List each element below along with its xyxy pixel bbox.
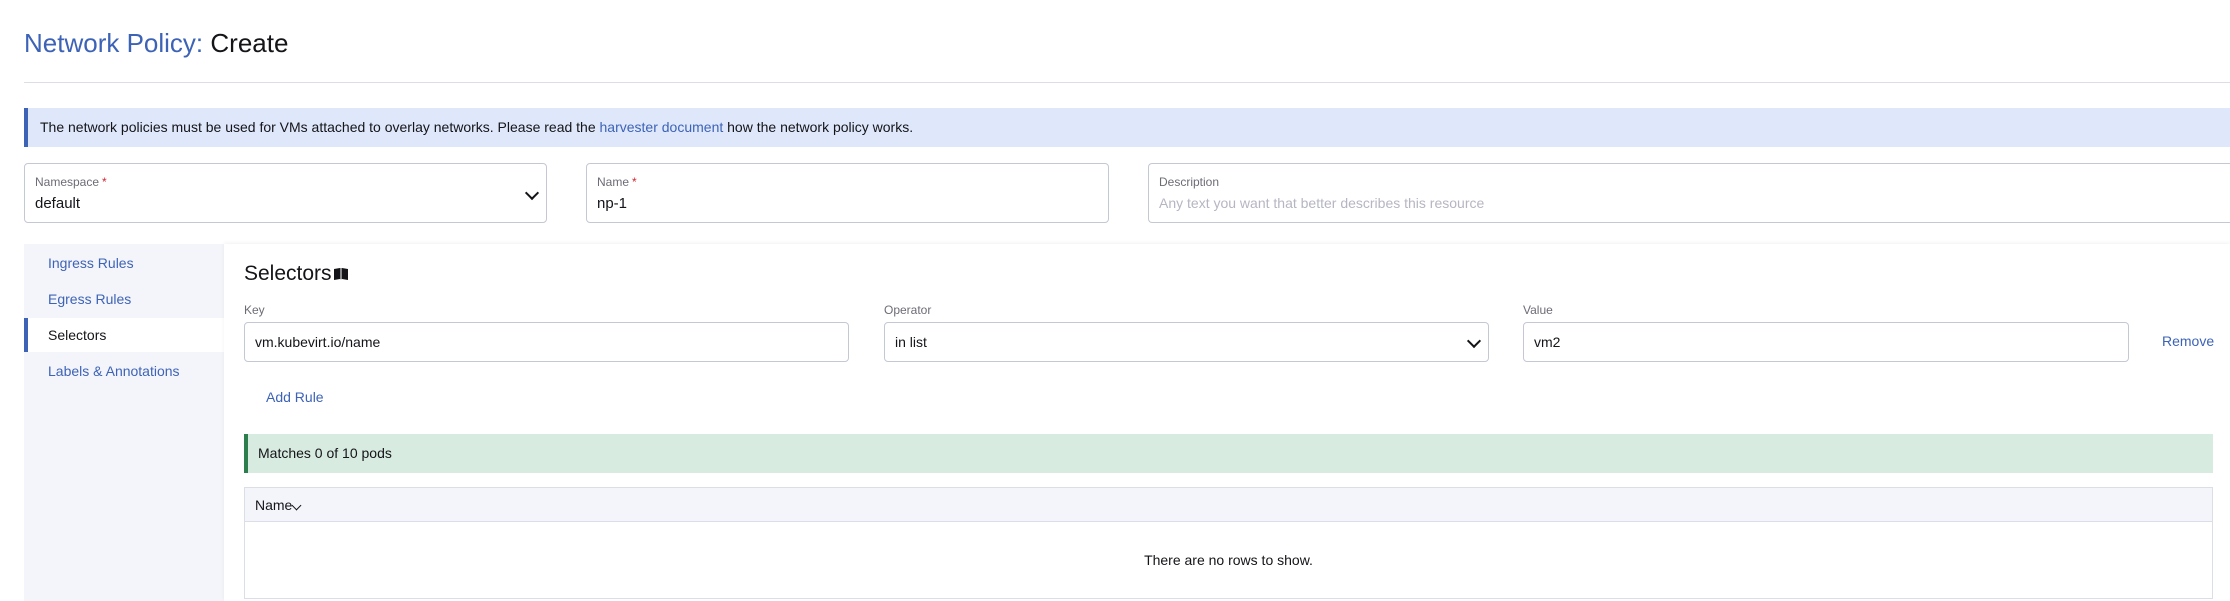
info-banner: The network policies must be used for VM… xyxy=(24,108,2230,147)
match-banner: Matches 0 of 10 pods xyxy=(244,434,2213,473)
name-label: Name * xyxy=(597,175,637,189)
breadcrumb-network-policy[interactable]: Network Policy: xyxy=(24,28,203,58)
table-header: Name xyxy=(245,488,2212,522)
add-rule-button[interactable]: Add Rule xyxy=(266,389,324,405)
page-title: Network Policy: Create xyxy=(24,28,288,59)
divider xyxy=(24,82,2230,83)
chevron-down-icon xyxy=(1466,333,1482,349)
sidebar-item-ingress-rules[interactable]: Ingress Rules xyxy=(24,246,224,280)
value-input[interactable]: vm2 xyxy=(1523,322,2129,362)
key-input[interactable]: vm.kubevirt.io/name xyxy=(244,322,849,362)
description-field[interactable]: Description Any text you want that bette… xyxy=(1148,163,2230,223)
matched-pods-table: Name There are no rows to show. xyxy=(244,487,2213,599)
operator-label: Operator xyxy=(884,303,932,317)
banner-text-before: The network policies must be used for VM… xyxy=(40,119,600,135)
operator-value: in list xyxy=(895,334,927,350)
banner-text-after: how the network policy works. xyxy=(723,119,914,135)
namespace-label: Namespace * xyxy=(35,175,107,189)
column-header-name[interactable]: Name xyxy=(255,497,292,513)
selectors-title: Selectors xyxy=(244,262,332,285)
key-label: Key xyxy=(244,303,265,317)
name-field[interactable]: Name * np-1 xyxy=(586,163,1109,223)
sort-icon[interactable] xyxy=(291,500,302,511)
remove-rule-button[interactable]: Remove xyxy=(2162,333,2214,349)
book-icon[interactable] xyxy=(334,268,348,281)
operator-select[interactable]: in list xyxy=(884,322,1489,362)
harvester-document-link[interactable]: harvester document xyxy=(600,119,724,135)
sidebar-item-egress-rules[interactable]: Egress Rules xyxy=(24,282,224,316)
namespace-value: default xyxy=(35,195,81,212)
description-label: Description xyxy=(1159,175,1220,189)
sidebar: Ingress Rules Egress Rules Selectors Lab… xyxy=(24,244,224,601)
page-action: Create xyxy=(210,28,289,58)
sidebar-item-selectors[interactable]: Selectors xyxy=(24,318,224,352)
name-value: np-1 xyxy=(597,195,628,212)
sidebar-item-labels-annotations[interactable]: Labels & Annotations xyxy=(24,354,224,388)
empty-state-text: There are no rows to show. xyxy=(1144,552,1313,568)
chevron-down-icon xyxy=(524,185,540,201)
namespace-select[interactable]: Namespace * default xyxy=(24,163,547,223)
value-label: Value xyxy=(1523,303,1553,317)
description-placeholder: Any text you want that better describes … xyxy=(1159,195,1485,211)
